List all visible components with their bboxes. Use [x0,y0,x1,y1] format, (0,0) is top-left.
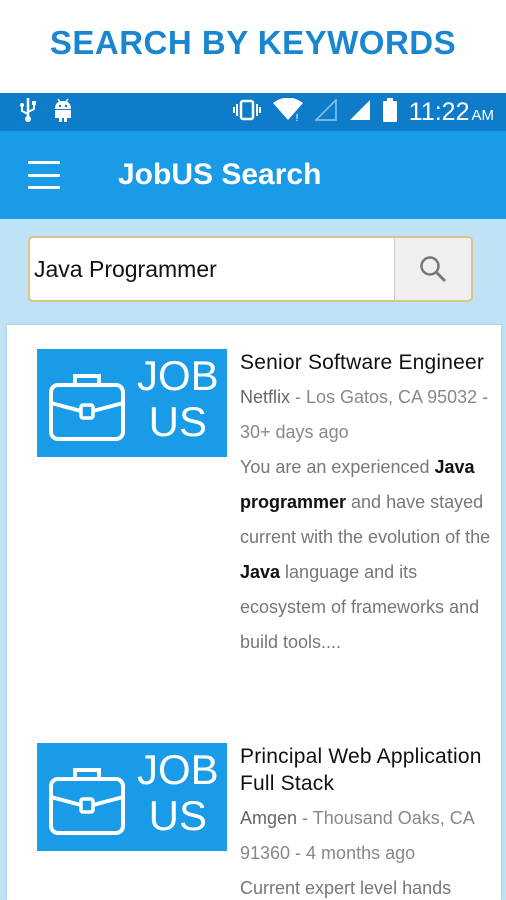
banner-title: SEARCH BY KEYWORDS [49,23,457,61]
job-card[interactable]: JOB US Senior Software Engineer Netflix -… [37,349,497,719]
job-card[interactable]: JOB US Principal Web Application Full Sta… [37,743,497,900]
job-meta: Amgen - Thousand Oaks, CA 91360 - 4 mont… [240,801,500,871]
app-bar: JobUS Search [0,131,506,219]
hamburger-menu-icon[interactable] [28,161,64,189]
logo-text: JOB US [137,352,219,445]
company-name: Netflix [240,387,291,407]
search-box [28,236,473,302]
company-logo: JOB US [37,349,227,457]
job-description: You are an experienced Java programmer a… [240,457,491,652]
battery-icon [382,97,397,127]
wifi-icon: ! [272,97,303,127]
briefcase-icon [49,768,125,835]
briefcase-icon [49,374,125,441]
usb-icon [20,97,36,127]
status-clock: 11:22 AM [408,97,494,126]
promo-banner: SEARCH BY KEYWORDS [0,0,506,93]
results-list[interactable]: JOB US Senior Software Engineer Netflix -… [7,325,501,900]
search-button[interactable] [394,238,471,300]
status-bar: ! 11:22 AM [0,93,506,131]
job-meta: Netflix - Los Gatos, CA 95032 - 30+ days… [240,380,500,450]
company-name: Amgen [240,808,298,828]
company-logo: JOB US [37,743,227,851]
app-title: JobUS Search [118,158,322,191]
job-description: Current expert level hands [240,878,452,898]
android-icon [52,98,74,127]
job-title[interactable]: Principal Web Application Full Stack [240,743,500,797]
logo-text: JOB US [137,746,219,839]
signal-empty-icon [313,97,337,126]
job-title[interactable]: Senior Software Engineer [240,349,500,376]
search-bar-area [0,219,506,325]
search-icon [420,256,447,283]
signal-icon [349,99,371,126]
svg-text:!: ! [295,113,299,122]
search-input[interactable] [30,238,394,300]
vibrate-icon [232,99,261,126]
